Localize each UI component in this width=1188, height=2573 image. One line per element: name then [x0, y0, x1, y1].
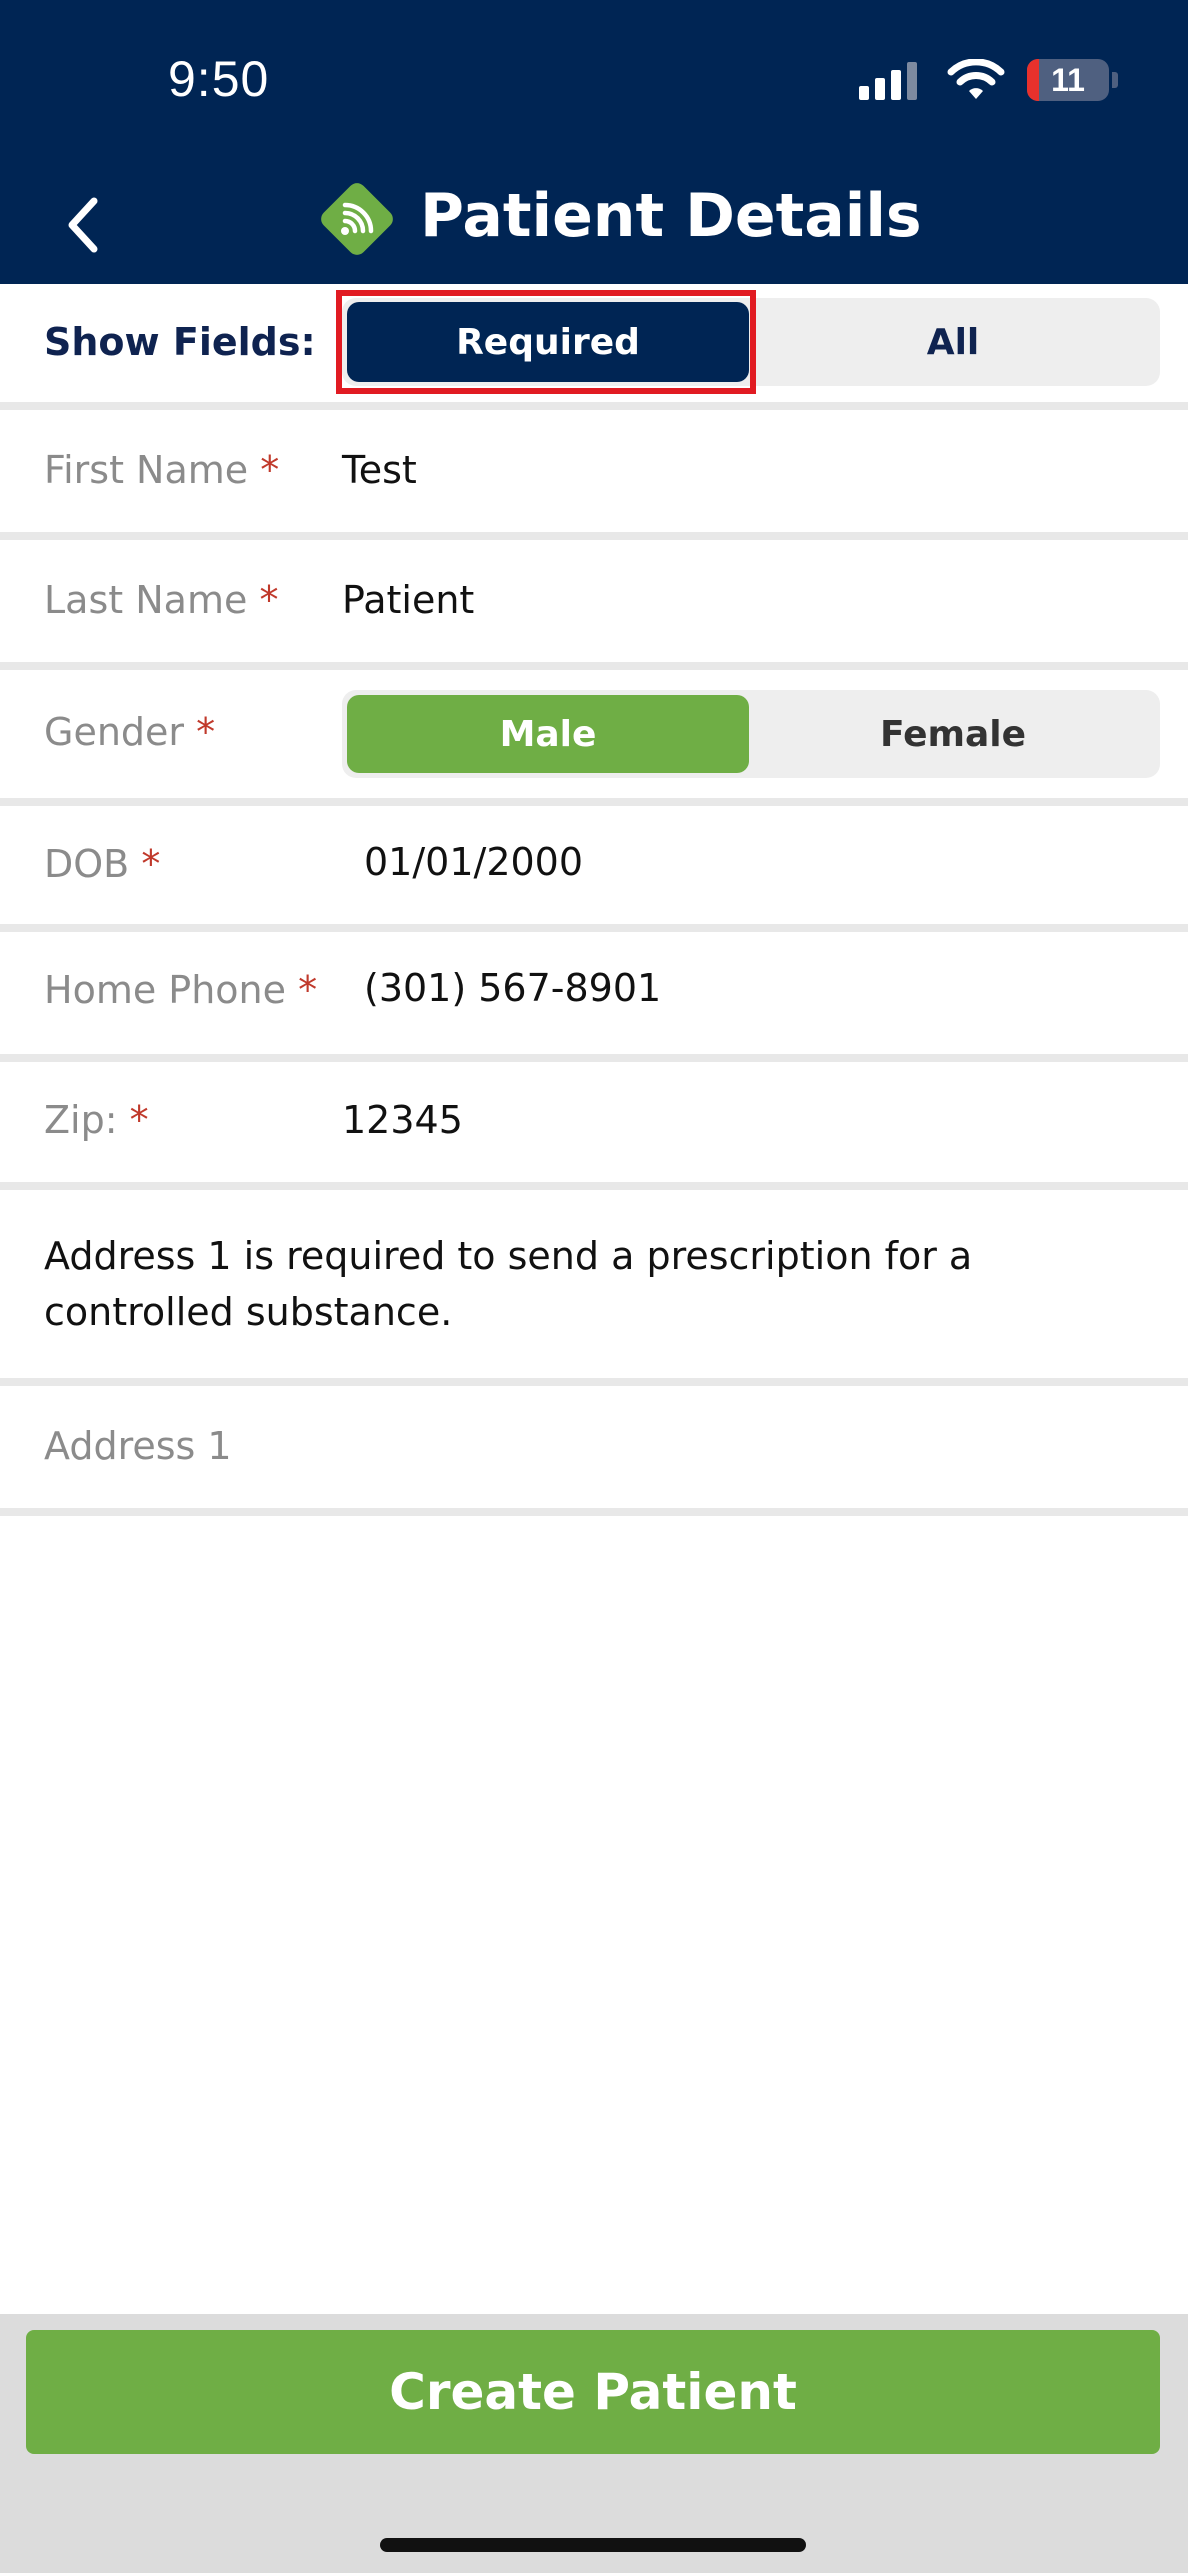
gender-segmented-control: Male Female: [342, 690, 1160, 778]
divider: [0, 924, 1188, 932]
last-name-label: Last Name: [44, 578, 248, 622]
divider: [0, 402, 1188, 410]
cellular-signal-icon: [859, 60, 917, 100]
divider: [0, 1182, 1188, 1190]
status-time: 9:50: [168, 51, 270, 107]
required-asterisk: *: [259, 578, 279, 622]
show-required-button[interactable]: Required: [347, 302, 749, 382]
home-phone-field[interactable]: (301) 567-8901: [364, 966, 661, 1010]
app-screen: 9:50 11 Patient Details Show Fields: Req…: [0, 0, 1188, 2573]
gender-male-button[interactable]: Male: [347, 695, 749, 773]
divider: [0, 1508, 1188, 1516]
divider: [0, 1054, 1188, 1062]
last-name-row[interactable]: Last Name * Patient: [0, 540, 1188, 662]
address-required-notice: Address 1 is required to send a prescrip…: [44, 1234, 973, 1334]
first-name-row[interactable]: First Name * Test: [0, 410, 1188, 532]
battery-icon: 11: [1027, 59, 1109, 101]
address1-row[interactable]: Address 1: [0, 1386, 1188, 1508]
required-asterisk: *: [298, 968, 318, 1012]
app-header: 9:50 11 Patient Details: [0, 0, 1188, 284]
zip-label: Zip:: [44, 1098, 118, 1142]
home-phone-label: Home Phone: [44, 968, 287, 1012]
required-asterisk: *: [129, 1098, 149, 1142]
show-fields-segmented-control: Required All: [342, 298, 1160, 386]
footer-bar: Create Patient: [0, 2314, 1188, 2573]
required-asterisk: *: [141, 842, 161, 886]
battery-level: 11: [1051, 62, 1085, 98]
home-indicator[interactable]: [380, 2538, 806, 2552]
divider: [0, 662, 1188, 670]
home-phone-row[interactable]: Home Phone * (301) 567-8901: [0, 932, 1188, 1054]
first-name-field[interactable]: Test: [342, 448, 417, 492]
back-button[interactable]: [52, 190, 112, 260]
required-asterisk: *: [196, 710, 216, 754]
required-asterisk: *: [260, 448, 280, 492]
status-icons: 11: [859, 58, 1118, 102]
gender-female-button[interactable]: Female: [752, 695, 1154, 773]
dob-label: DOB: [44, 842, 130, 886]
divider: [0, 532, 1188, 540]
show-all-button[interactable]: All: [752, 302, 1154, 382]
last-name-field[interactable]: Patient: [342, 578, 474, 622]
wifi-icon: [947, 59, 1005, 99]
show-fields-row: Show Fields: Required All: [0, 284, 1188, 402]
page-title: Patient Details: [420, 181, 922, 251]
chevron-left-icon: [68, 197, 98, 253]
address1-field[interactable]: Address 1: [44, 1424, 232, 1468]
show-fields-label: Show Fields:: [44, 320, 316, 364]
gender-label: Gender: [44, 710, 185, 754]
first-name-label: First Name: [44, 448, 249, 492]
gender-row: Gender * Male Female: [0, 670, 1188, 798]
zip-row[interactable]: Zip: * 12345: [0, 1062, 1188, 1182]
divider: [0, 1378, 1188, 1386]
divider: [0, 798, 1188, 806]
zip-field[interactable]: 12345: [342, 1098, 463, 1142]
dob-field[interactable]: 01/01/2000: [364, 840, 583, 884]
dob-row[interactable]: DOB * 01/01/2000: [0, 806, 1188, 924]
create-patient-button[interactable]: Create Patient: [26, 2330, 1160, 2454]
app-logo-icon: [321, 183, 393, 255]
